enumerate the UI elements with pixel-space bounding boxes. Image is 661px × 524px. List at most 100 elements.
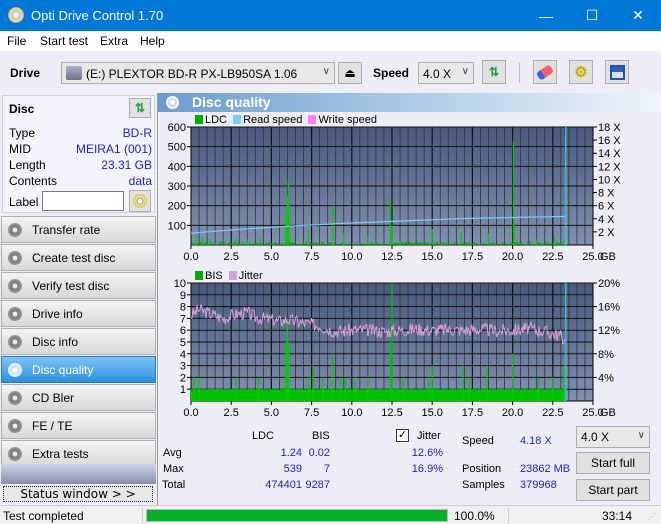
label-key: Label (9, 195, 39, 209)
drive-select[interactable]: (E:) PLEXTOR BD-R PX-LB950SA 1.06 ∨ (61, 62, 335, 84)
disc-tool-icon (8, 251, 22, 265)
disc-row-mid: MID MEIRA1 (001) (9, 142, 152, 158)
y2-tick-label: 18 X (598, 123, 621, 134)
toolbar: Drive (E:) PLEXTOR BD-R PX-LB950SA 1.06 … (0, 51, 661, 93)
jitter-checkbox[interactable]: ✓ (396, 429, 409, 442)
disc-refresh-button[interactable]: ⇅ (129, 98, 151, 118)
progress-bar (146, 509, 448, 522)
speed-label: Speed (373, 66, 410, 80)
close-button[interactable]: ✕ (615, 0, 661, 31)
disc-tool-icon (8, 391, 22, 405)
start-full-button[interactable]: Start full (576, 452, 650, 474)
minimize-button[interactable]: — (523, 0, 569, 31)
y2-tick-label: 8% (598, 349, 614, 361)
eject-icon: ⏏ (344, 66, 356, 80)
chevron-down-icon: ∨ (461, 66, 469, 77)
y2-tick-label: 12% (598, 325, 620, 337)
disc-label-button[interactable] (129, 190, 151, 212)
samples-label: Samples (462, 479, 505, 491)
x-tick-label: 22.5 (542, 407, 563, 419)
y2-tick-label: 20% (598, 279, 620, 290)
y2-tick-label: 4 X (598, 214, 615, 226)
start-part-button[interactable]: Start part (576, 479, 650, 501)
drive-value: (E:) PLEXTOR BD-R PX-LB950SA 1.06 (86, 67, 298, 81)
disc-row-type: Type BD-R (9, 126, 152, 142)
y-tick-label: 400 (168, 161, 186, 173)
col-ldc-header: LDC (252, 430, 275, 442)
settings-button[interactable]: ⚙ (569, 60, 593, 84)
refresh-button[interactable]: ⇅ (482, 60, 506, 84)
chevron-down-icon: ∨ (322, 66, 330, 77)
y2-tick-label: 2 X (598, 227, 615, 239)
ldc-chart: 100 200 300 400 500 600 2 X4 X6 X8 X 10 X12 X14… (168, 123, 622, 263)
avg-bis: 0.02 (308, 447, 330, 459)
menu-file[interactable]: File (7, 34, 26, 48)
window-title: Opti Drive Control 1.70 (31, 8, 164, 23)
disc-key: Contents (9, 174, 58, 188)
speed-select[interactable]: 4.0 X ∨ (418, 62, 474, 84)
nav-extra-tests[interactable]: Extra tests (1, 440, 156, 467)
refresh-arrows-icon: ⇅ (488, 65, 500, 79)
nav-label: Disc quality (32, 363, 94, 377)
nav-fe-te[interactable]: FE / TE (1, 412, 156, 439)
row-avg-label: Avg (163, 447, 182, 459)
refresh-arrows-icon: ⇅ (134, 101, 146, 115)
maximize-button[interactable]: ☐ (569, 0, 615, 31)
disc-label-input[interactable] (42, 191, 124, 211)
y-tick-label: 300 (168, 181, 186, 193)
save-button[interactable] (605, 60, 629, 84)
toolbar-divider (519, 63, 520, 83)
nav-transfer-rate[interactable]: Transfer rate (1, 216, 156, 243)
x-tick-label: 17.5 (462, 251, 483, 263)
test-speed-value: 4.0 X (581, 430, 610, 444)
test-speed-select[interactable]: 4.0 X ∨ (576, 426, 650, 448)
progress-percent: 100.0% (454, 509, 495, 523)
nav-cd-bler[interactable]: CD Bler (1, 384, 156, 411)
x-tick-label: 15.0 (421, 251, 442, 263)
y-tick-label: 500 (168, 142, 186, 154)
resize-grip-icon[interactable]: ⋰ (648, 512, 656, 521)
nav-label: Drive info (32, 307, 83, 321)
app-disc-icon (8, 7, 24, 23)
nav-create-test-disc[interactable]: Create test disc (1, 244, 156, 271)
x-tick-label: 2.5 (224, 407, 239, 419)
nav-disc-info[interactable]: Disc info (1, 328, 156, 355)
panel-header: Disc quality (158, 93, 661, 112)
nav-verify-test-disc[interactable]: Verify test disc (1, 272, 156, 299)
position-value: 23862 MB (520, 463, 571, 475)
x-tick-label: 15.0 (421, 407, 442, 419)
disc-key: Type (9, 126, 36, 140)
x-tick-label: 10.0 (341, 407, 362, 419)
x-tick-label: 5.0 (264, 407, 279, 419)
y-tick-label: 5 (180, 337, 186, 349)
row-total-label: Total (162, 479, 186, 491)
disc-tool-icon (8, 223, 22, 237)
y-tick-label: 10 (174, 279, 186, 290)
floppy-save-icon (609, 64, 625, 80)
nav-drive-info[interactable]: Drive info (1, 300, 156, 327)
disc-value: MEIRA1 (001) (75, 142, 152, 156)
menu-start-test[interactable]: Start test (40, 34, 88, 48)
menu-help[interactable]: Help (140, 34, 165, 48)
status-divider (508, 508, 509, 523)
erase-button[interactable] (533, 60, 557, 84)
x-tick-label: 12.5 (381, 407, 402, 419)
disc-value: 23.31 GB (101, 158, 152, 172)
y-tick-label: 9 (180, 290, 186, 302)
x-tick-label: 0.0 (183, 251, 198, 263)
speed-value: 4.0 X (423, 67, 452, 81)
nav-disc-quality[interactable]: Disc quality (1, 356, 156, 383)
menu-extra[interactable]: Extra (100, 34, 128, 48)
disc-header: Disc (9, 102, 35, 116)
eject-button[interactable]: ⏏ (338, 62, 362, 84)
y-tick-label: 1 (180, 384, 186, 396)
drive-label: Drive (10, 66, 41, 80)
x-tick-label: 0.0 (183, 407, 198, 419)
disc-tool-icon (8, 335, 22, 349)
speed-label: Speed (462, 435, 494, 447)
y2-tick-label: 14 X (598, 148, 621, 160)
avg-jitter: 12.6% (411, 447, 443, 459)
status-divider (142, 508, 143, 523)
status-window-button[interactable]: Status window > > (3, 486, 153, 502)
menu-bar: File Start test Extra Help (0, 31, 661, 51)
